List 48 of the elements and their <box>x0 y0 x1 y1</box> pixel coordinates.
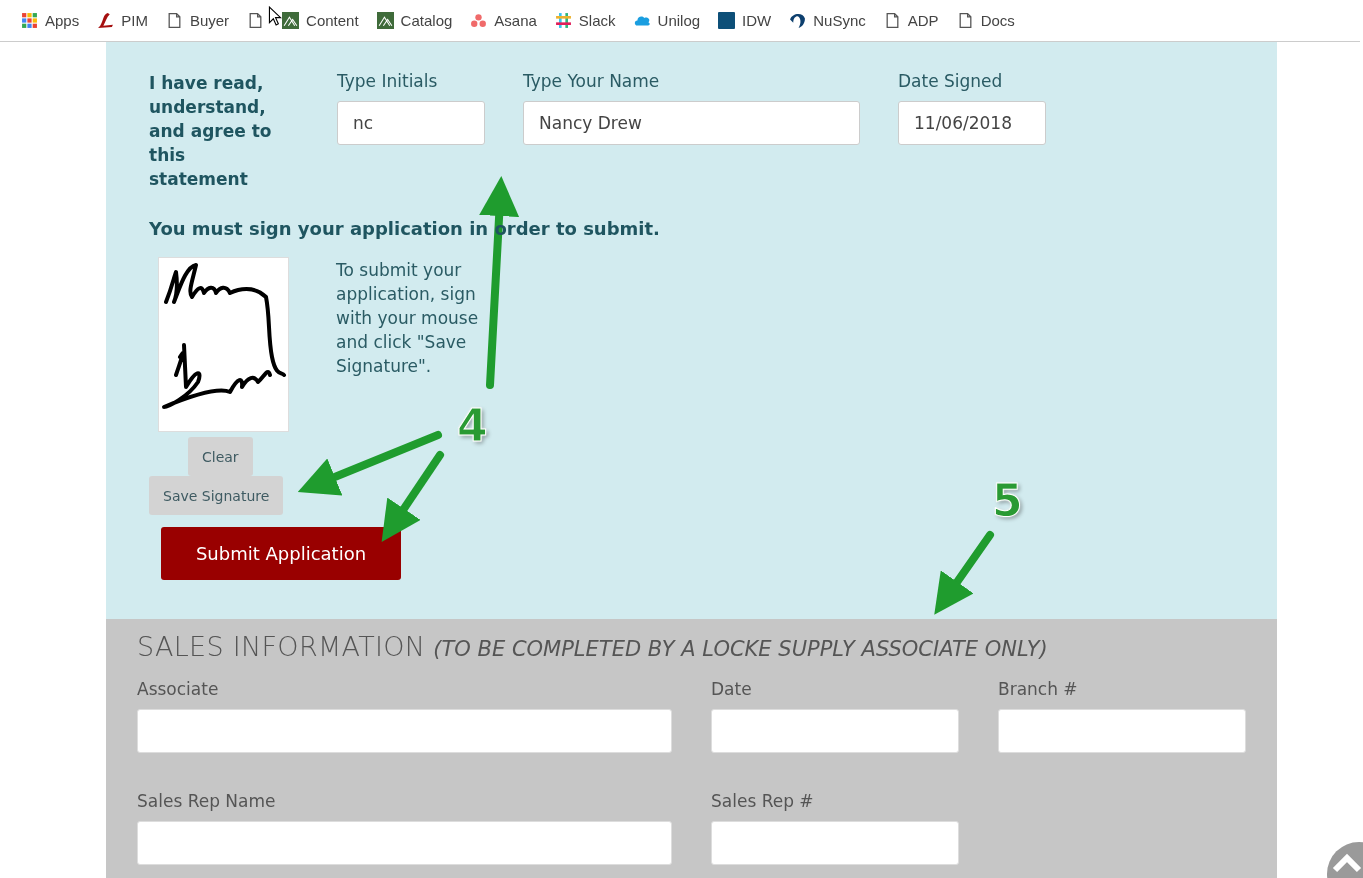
bookmark[interactable]: Content <box>282 12 359 29</box>
input-field[interactable] <box>998 709 1246 753</box>
bookmark[interactable]: Docs <box>956 12 1015 29</box>
input-field[interactable] <box>137 821 672 865</box>
bookmark[interactable]: PIM <box>97 12 148 29</box>
input-field[interactable] <box>137 709 672 753</box>
submit-application-button[interactable]: Submit Application <box>161 527 401 580</box>
bookmark[interactable]: Slack <box>554 12 616 29</box>
script-letter-icon <box>97 12 115 29</box>
signature-pad[interactable] <box>158 257 289 432</box>
input-field[interactable] <box>711 709 959 753</box>
apps-grid-icon <box>21 12 38 29</box>
field-label: Type Your Name <box>523 70 661 92</box>
input-field[interactable]: Nancy Drew <box>523 101 860 145</box>
bookmark[interactable]: Catalog <box>376 12 453 29</box>
bookmark[interactable]: Unilog <box>633 12 701 29</box>
swoosh-icon <box>789 12 807 29</box>
section-title: SALES INFORMATION <box>137 631 426 662</box>
field-label: Date Signed <box>898 70 1004 92</box>
three-dots-icon <box>470 12 488 29</box>
input-field[interactable]: nc <box>337 101 485 145</box>
square-icon <box>718 12 736 29</box>
step-number: 5 <box>992 477 1023 525</box>
input-field[interactable] <box>711 821 959 865</box>
mountain-icon <box>282 12 300 29</box>
bookmark[interactable]: IDW <box>718 12 772 29</box>
bookmark[interactable]: Buyer <box>165 12 230 29</box>
mouse-cursor-icon <box>268 6 282 26</box>
agreement-statement: I have read, understand, and agree to this statement <box>149 72 273 191</box>
signature-instructions: To submit your application, sign with your mouse and click "Save Signature". <box>336 259 480 378</box>
section-subtitle: (TO BE COMPLETED BY A LOCKE SUPPLY ASSOCIATE ONLY) <box>433 637 1048 661</box>
clear-button[interactable]: Clear <box>188 437 253 476</box>
field-label: Associate <box>137 678 220 700</box>
step-number: 4 <box>457 402 488 450</box>
bookmark[interactable]: Asana <box>470 12 537 29</box>
hash-icon <box>554 12 572 29</box>
bookmark[interactable]: ADP <box>883 12 939 29</box>
field-label: Branch # <box>998 678 1079 700</box>
scroll-to-top-icon[interactable] <box>1327 842 1363 878</box>
mountain-icon <box>376 12 394 29</box>
bookmark[interactable]: NuSync <box>789 12 866 29</box>
save-signature-button[interactable]: Save Signature <box>149 476 284 515</box>
bookmark[interactable]: Apps <box>21 12 80 29</box>
field-label: Type Initials <box>337 70 439 92</box>
field-label: Sales Rep Name <box>137 790 277 812</box>
input-field[interactable]: 11/06/2018 <box>898 101 1046 145</box>
field-label: Sales Rep # <box>711 790 815 812</box>
field-label: Date <box>711 678 753 700</box>
